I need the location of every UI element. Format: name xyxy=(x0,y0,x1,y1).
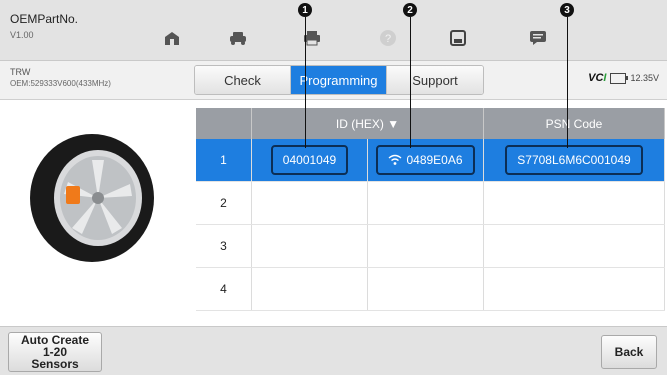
column-header-psn: PSN Code xyxy=(483,108,665,139)
id-cell[interactable]: 04001049 xyxy=(251,139,368,182)
message-button[interactable] xyxy=(508,22,568,54)
callout-marker-1: 1 xyxy=(298,3,312,17)
id-cell[interactable] xyxy=(251,267,368,311)
psn-cell[interactable]: S7708L6M6C001049 xyxy=(483,139,665,182)
home-button[interactable] xyxy=(142,22,202,54)
home-icon xyxy=(165,32,179,45)
tpms-sensor-icon xyxy=(66,186,80,204)
app-title: OEMPartNo. xyxy=(10,12,79,26)
psn-cell[interactable] xyxy=(483,267,665,311)
callout-marker-3: 3 xyxy=(560,3,574,17)
message-icon xyxy=(530,31,546,45)
vehicle-swap-icon xyxy=(230,32,246,45)
save-button[interactable] xyxy=(428,22,488,54)
row-index: 2 xyxy=(196,181,252,225)
wifi-icon xyxy=(389,154,402,165)
sensor-id-value: 04001049 xyxy=(270,145,349,175)
sensor-freq-value: 0489E0A6 xyxy=(406,153,463,167)
sensor-freq-box: 0489E0A6 xyxy=(376,145,475,175)
vci-status: VCI 12.35V xyxy=(588,72,659,84)
table-row[interactable]: 1 04001049 0489E0A6 S7708L6M6C001049 xyxy=(196,139,665,182)
callout-marker-2: 2 xyxy=(403,3,417,17)
callout-leader-3 xyxy=(567,17,568,148)
help-icon: ? xyxy=(380,30,396,46)
svg-text:?: ? xyxy=(385,33,391,45)
freq-cell[interactable] xyxy=(367,181,484,225)
tab-check[interactable]: Check xyxy=(195,66,291,94)
vehicle-swap-button[interactable] xyxy=(208,22,268,54)
app-version: V1.00 xyxy=(10,30,34,40)
table-row[interactable]: 2 xyxy=(196,181,665,225)
vehicle-make: TRW xyxy=(10,67,31,77)
table-row[interactable]: 4 xyxy=(196,267,665,311)
back-button[interactable]: Back xyxy=(601,335,657,369)
freq-cell[interactable] xyxy=(367,267,484,311)
tab-support[interactable]: Support xyxy=(387,66,483,94)
oem-part-number: OEM:529333V600(433MHz) xyxy=(10,79,111,88)
callout-leader-1 xyxy=(305,17,306,148)
print-button[interactable] xyxy=(282,22,342,54)
row-index: 3 xyxy=(196,224,252,268)
function-tabs: Check Programming Support xyxy=(194,65,484,95)
battery-voltage: 12.35V xyxy=(630,73,659,83)
auto-create-sensors-button[interactable]: Auto Create 1-20 Sensors xyxy=(8,332,102,372)
column-header-index xyxy=(196,108,252,139)
sensor-table: ID (HEX) ▼ PSN Code 1 04001049 0489E0A6 … xyxy=(196,108,665,311)
id-cell[interactable] xyxy=(251,181,368,225)
bottom-bar: Auto Create 1-20 Sensors Back xyxy=(0,326,667,375)
psn-code-value: S7708L6M6C001049 xyxy=(505,145,643,175)
freq-cell[interactable] xyxy=(367,224,484,268)
column-header-id[interactable]: ID (HEX) ▼ xyxy=(251,108,484,139)
help-button[interactable]: ? xyxy=(358,22,418,54)
vci-logo: VCI xyxy=(588,72,607,84)
auto-create-line-3: Sensors xyxy=(31,357,79,371)
callout-leader-2 xyxy=(410,17,411,148)
battery-icon xyxy=(610,72,629,84)
freq-cell[interactable]: 0489E0A6 xyxy=(367,139,484,182)
tire-image xyxy=(30,134,154,262)
psn-cell[interactable] xyxy=(483,224,665,268)
save-icon xyxy=(450,30,466,46)
row-index: 1 xyxy=(196,139,252,182)
row-index: 4 xyxy=(196,267,252,311)
table-header: ID (HEX) ▼ PSN Code xyxy=(196,108,665,139)
psn-cell[interactable] xyxy=(483,181,665,225)
table-row[interactable]: 3 xyxy=(196,224,665,268)
id-cell[interactable] xyxy=(251,224,368,268)
